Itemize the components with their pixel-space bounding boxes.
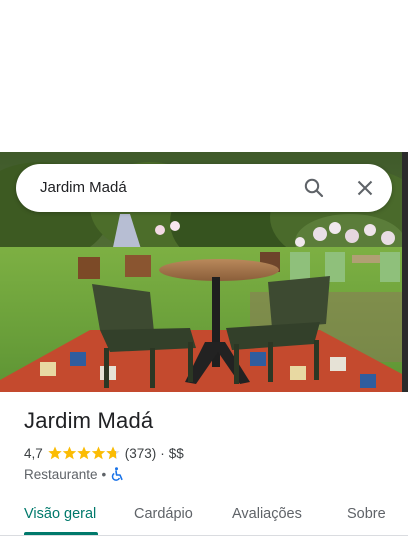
wheelchair-icon xyxy=(112,467,123,481)
review-count[interactable]: (373) xyxy=(125,446,157,461)
search-icon xyxy=(304,178,324,198)
search-query[interactable]: Jardim Madá xyxy=(40,164,127,212)
search-box[interactable]: Jardim Madá xyxy=(16,164,392,212)
place-title: Jardim Madá xyxy=(24,408,154,433)
close-icon xyxy=(357,180,373,196)
scrollbar[interactable] xyxy=(402,152,408,392)
close-button[interactable] xyxy=(353,176,377,200)
star-rating xyxy=(48,446,120,460)
tabs-divider xyxy=(0,535,408,536)
rating-row[interactable]: 4,7 (373) · $$ xyxy=(24,444,184,462)
tab-about[interactable]: Sobre xyxy=(347,496,386,532)
category-separator: • xyxy=(101,466,107,482)
tab-reviews[interactable]: Avaliações xyxy=(232,496,302,532)
separator: · xyxy=(160,445,165,461)
place-panel: Jardim Madá Jardim Madá 4,7 (373) · $$ R… xyxy=(0,0,408,544)
rating-value: 4,7 xyxy=(24,445,43,461)
search-button[interactable] xyxy=(302,176,326,200)
tab-overview[interactable]: Visão geral xyxy=(24,496,96,532)
category-row: Restaurante • xyxy=(24,465,124,483)
price-level: $$ xyxy=(168,445,184,461)
stars-icon xyxy=(48,446,120,460)
category-label[interactable]: Restaurante xyxy=(24,467,98,482)
tab-menu[interactable]: Cardápio xyxy=(134,496,193,532)
tab-bar: Visão geral Cardápio Avaliações Sobre xyxy=(0,496,408,544)
